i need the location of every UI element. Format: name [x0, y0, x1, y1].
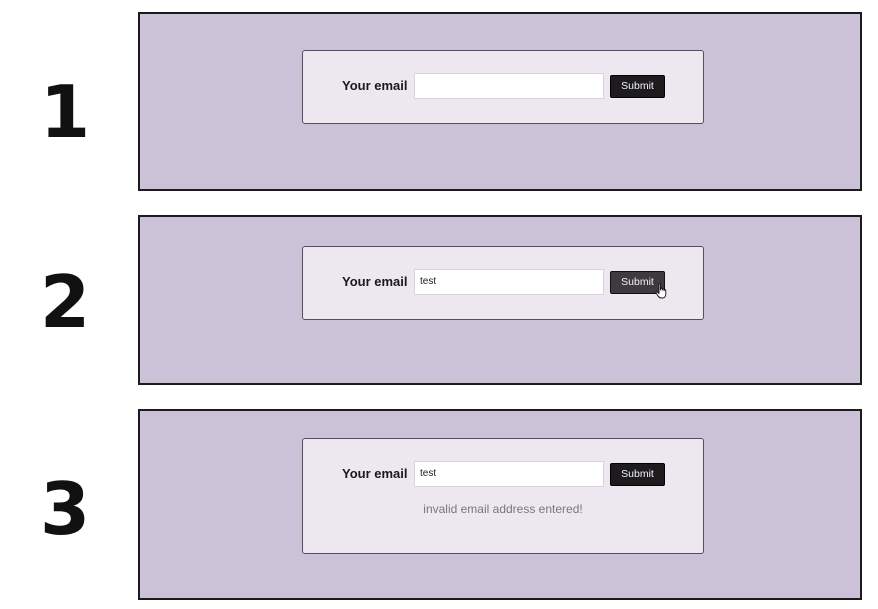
step-1-panel: Your email Submit: [138, 12, 862, 191]
step-number-1: 1: [40, 70, 90, 154]
step-number-2: 2: [40, 260, 90, 344]
email-form: Your email test Submit invalid email add…: [302, 438, 704, 554]
step-number-3: 3: [40, 467, 90, 551]
email-input[interactable]: test: [414, 461, 604, 487]
submit-button[interactable]: Submit: [610, 75, 665, 98]
email-label: Your email: [342, 466, 408, 481]
email-input[interactable]: [414, 73, 604, 99]
step-3-panel: Your email test Submit invalid email add…: [138, 409, 862, 600]
hand-pointer-icon: [655, 283, 667, 299]
email-input[interactable]: test: [414, 269, 604, 295]
email-form: Your email test Submit: [302, 246, 704, 320]
email-label: Your email: [342, 78, 408, 93]
error-message: invalid email address entered!: [423, 502, 583, 516]
email-label: Your email: [342, 274, 408, 289]
submit-button[interactable]: Submit: [610, 463, 665, 486]
email-form: Your email Submit: [302, 50, 704, 124]
step-2-panel: Your email test Submit: [138, 215, 862, 385]
